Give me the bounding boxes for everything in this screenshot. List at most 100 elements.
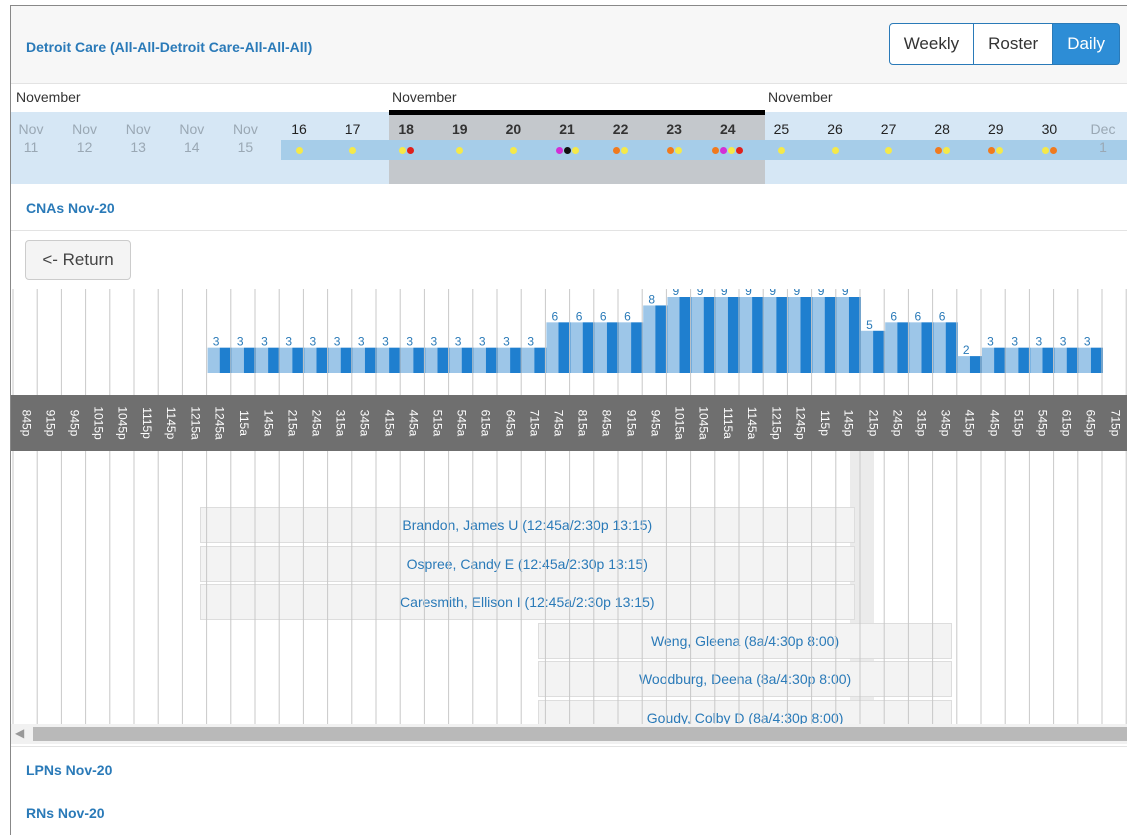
chart-bar-required: [485, 347, 498, 373]
chart-bar-required: [364, 347, 377, 373]
status-dot: [674, 147, 682, 154]
status-dots: [756, 145, 806, 155]
status-dot: [831, 147, 839, 154]
time-tick-label: 1045p: [115, 406, 130, 440]
time-tick-label: 615a: [478, 409, 493, 437]
chart-value-label: 9: [842, 289, 849, 298]
time-tick: 1115p: [135, 395, 159, 451]
time-tick-label: 445p: [987, 409, 1002, 437]
chart-value-label: 3: [358, 335, 365, 349]
weekly-button[interactable]: Weekly: [888, 23, 975, 65]
day-cell[interactable]: 27: [864, 120, 914, 138]
cnas-section-title[interactable]: CNAs Nov-20: [26, 200, 115, 216]
rns-section-header: RNs Nov-20: [11, 792, 1127, 835]
chart-bar-required: [1066, 347, 1079, 373]
status-dot: [942, 147, 950, 154]
time-tick: 145p: [837, 395, 861, 451]
time-tick: 515p: [1006, 395, 1030, 451]
day-cell[interactable]: 16: [274, 120, 324, 138]
return-button[interactable]: <- Return: [25, 240, 131, 280]
status-dots: [328, 145, 378, 155]
time-tick-label: 515p: [1011, 409, 1026, 437]
time-tick: 145a: [256, 395, 280, 451]
status-dot: [777, 147, 785, 154]
status-dot: [406, 147, 414, 154]
shift-bar[interactable]: Weng, Gleena (8a/4:30p 8:00): [538, 622, 952, 659]
chart-bar-required: [268, 347, 281, 373]
chart-bar-scheduled: [546, 322, 559, 373]
chart-bar-scheduled: [715, 297, 728, 373]
day-label: 22: [612, 121, 629, 137]
time-tick: 1145a: [740, 395, 764, 451]
day-cell[interactable]: 28: [917, 120, 967, 138]
day-cell[interactable]: Dec 1: [1078, 120, 1127, 156]
scroll-left-icon[interactable]: ◀: [15, 726, 24, 740]
shift-bar[interactable]: Caresmith, Ellison I (12:45a/2:30p 13:15…: [199, 584, 855, 620]
day-cell[interactable]: 18: [381, 120, 431, 138]
day-cell[interactable]: Nov 13: [113, 120, 163, 156]
status-dots: [649, 145, 699, 155]
chart-value-label: 3: [237, 335, 244, 349]
time-tick-label: 215p: [866, 409, 881, 437]
day-cell[interactable]: 23: [649, 120, 699, 138]
day-cell[interactable]: 19: [435, 120, 485, 138]
daily-button[interactable]: Daily: [1053, 23, 1120, 65]
day-cell[interactable]: 24: [703, 120, 753, 138]
day-cell[interactable]: Nov 15: [220, 120, 270, 156]
time-tick-label: 1115a: [720, 407, 735, 439]
day-label: Nov: [179, 121, 205, 137]
day-label: 26: [827, 121, 843, 137]
month-label: November: [16, 89, 81, 105]
chart-value-label: 9: [721, 289, 728, 298]
time-tick: 645p: [1079, 395, 1103, 451]
day-cell[interactable]: 17: [328, 120, 378, 138]
day-cell[interactable]: 22: [596, 120, 646, 138]
day-cell[interactable]: Nov 12: [60, 120, 110, 156]
chart-value-label: 3: [479, 335, 486, 349]
cnas-section-header: CNAs Nov-20: [11, 184, 1127, 231]
lpns-section-title[interactable]: LPNs Nov-20: [26, 762, 112, 778]
day-cell[interactable]: Nov 14: [167, 120, 217, 156]
day-cell[interactable]: 29: [971, 120, 1021, 138]
time-axis: 845p 915p 945p 1015p 1045p 1115p 1145p 1215a 124…: [11, 395, 1127, 451]
day-cell[interactable]: 30: [1024, 120, 1074, 138]
time-tick-label: 315p: [914, 409, 929, 437]
day-label: 24: [720, 121, 736, 137]
time-tick: 915a: [619, 395, 643, 451]
time-tick-label: 145p: [841, 409, 856, 437]
time-tick: 615p: [1055, 395, 1079, 451]
time-tick-label: 245p: [890, 409, 905, 437]
shift-bar[interactable]: Brandon, James U (12:45a/2:30p 13:15): [199, 507, 855, 543]
time-tick: 1145p: [159, 395, 183, 451]
day-label: 28: [934, 121, 950, 137]
shift-bar[interactable]: Woodburg, Deena (8a/4:30p 8:00): [538, 661, 952, 697]
shift-bar[interactable]: Ospree, Candy E (12:45a/2:30p 13:15): [199, 545, 855, 582]
chart-value-label: 9: [769, 289, 776, 298]
chart-value-label: 3: [527, 335, 534, 349]
day-cell[interactable]: 20: [488, 120, 538, 138]
day-cell[interactable]: Nov 11: [11, 120, 56, 156]
time-tick-label: 1015p: [91, 406, 106, 440]
status-dot: [666, 147, 674, 154]
time-tick-label: 1245a: [212, 406, 227, 440]
day-cell[interactable]: 26: [810, 120, 860, 138]
chart-bar-scheduled: [256, 347, 269, 373]
time-tick-label: 545a: [454, 409, 469, 437]
day-cell[interactable]: 21: [542, 120, 592, 138]
scrollbar-thumb[interactable]: [33, 727, 1127, 741]
chart-bar-scheduled: [691, 297, 704, 373]
status-dot: [934, 147, 942, 154]
chart-value-label: 6: [939, 309, 946, 323]
chart-bar-scheduled: [328, 347, 341, 373]
chart-value-label: 6: [915, 309, 922, 323]
time-tick: 945a: [643, 395, 667, 451]
chart-bar-required: [703, 297, 716, 373]
chart-value-label: 3: [1011, 335, 1018, 349]
roster-button[interactable]: Roster: [974, 23, 1054, 65]
rns-section-title[interactable]: RNs Nov-20: [26, 805, 105, 821]
day-cell[interactable]: 25: [756, 120, 806, 138]
month-label: November: [768, 89, 833, 105]
chart-bar-scheduled: [788, 297, 801, 373]
time-tick-label: 245a: [309, 409, 324, 437]
horizontal-scrollbar[interactable]: ◀: [11, 724, 1127, 744]
